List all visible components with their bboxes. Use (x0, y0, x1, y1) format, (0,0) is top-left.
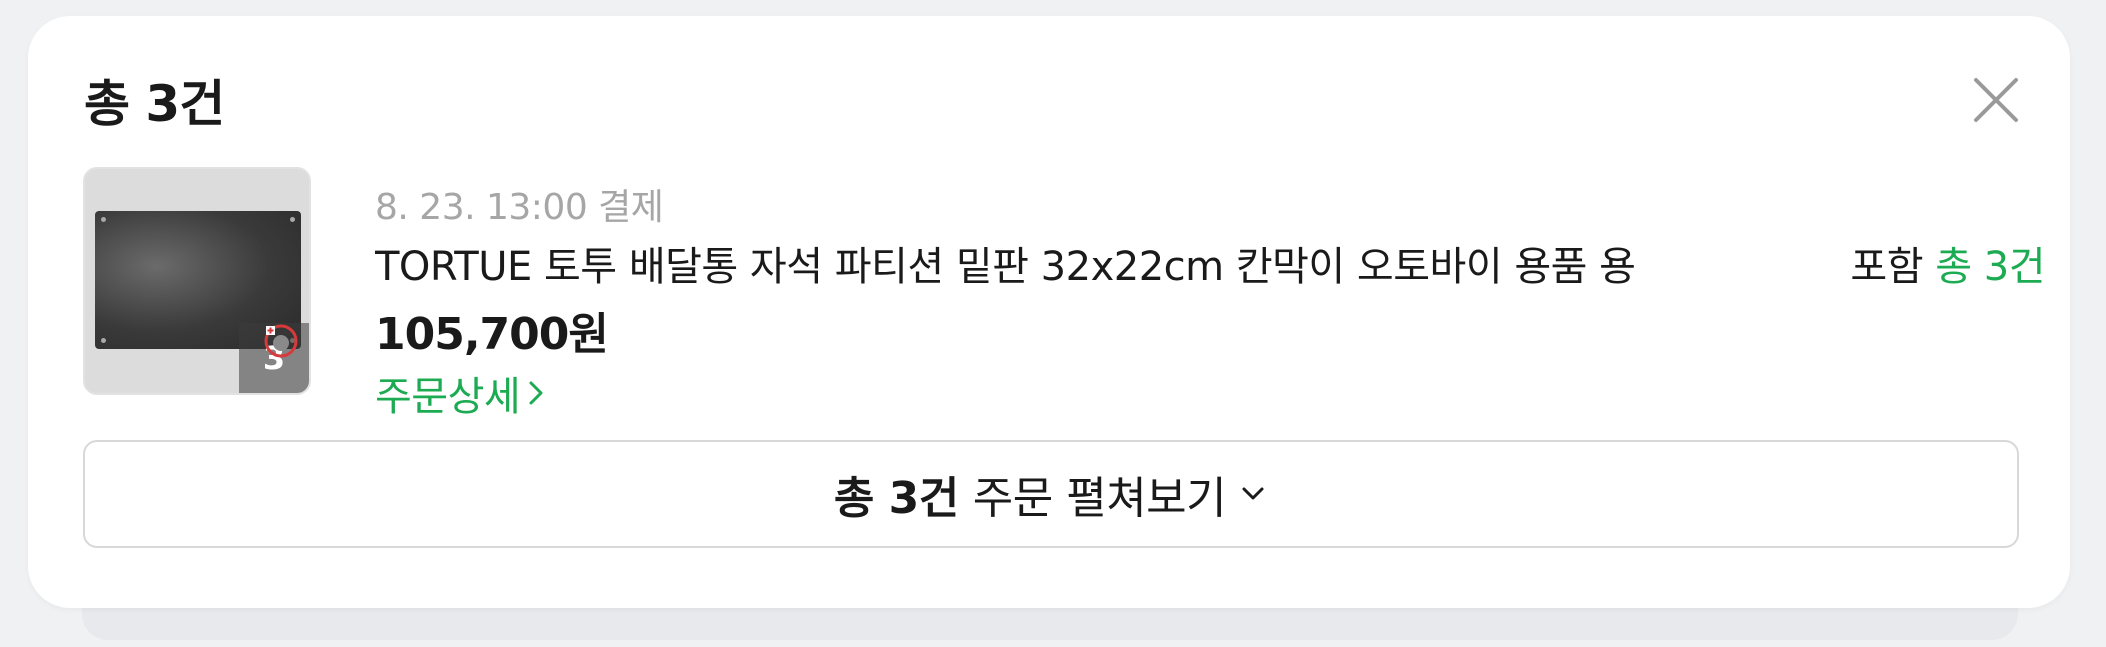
chevron-down-icon (1242, 487, 1264, 500)
include-count: 총 3건 (1935, 244, 2045, 290)
order-summary-card: 총 3건 3 8. 23. 13:00 결제 TORTUE 토투 배달통 자석 … (28, 16, 2070, 608)
product-line: TORTUE 토투 배달통 자석 파티션 밑판 32x22cm 칸막이 오토바이… (375, 234, 2045, 290)
order-detail-label: 주문상세 (375, 374, 521, 420)
plus-badge-icon (264, 324, 298, 358)
close-icon (1974, 78, 2018, 122)
expand-button-count: 총 3건 (833, 473, 959, 524)
product-name[interactable]: TORTUE 토투 배달통 자석 파티션 밑판 32x22cm 칸막이 오토바이… (375, 234, 1787, 292)
chevron-right-icon (529, 381, 543, 405)
order-detail-link[interactable]: 주문상세 (375, 364, 548, 422)
include-summary: 포함 총 3건 (1850, 234, 2045, 292)
order-price: 105,700원 (375, 309, 609, 360)
expand-orders-button[interactable]: 총 3건 주문 펼쳐보기 (83, 440, 2019, 548)
order-date: 8. 23. 13:00 결제 (375, 187, 664, 228)
include-prefix: 포함 (1850, 244, 1924, 290)
close-button[interactable] (1968, 72, 2024, 128)
expand-button-label: 주문 펼쳐보기 (972, 473, 1227, 524)
page-title: 총 3건 (84, 75, 225, 133)
product-thumbnail[interactable]: 3 (83, 167, 311, 395)
